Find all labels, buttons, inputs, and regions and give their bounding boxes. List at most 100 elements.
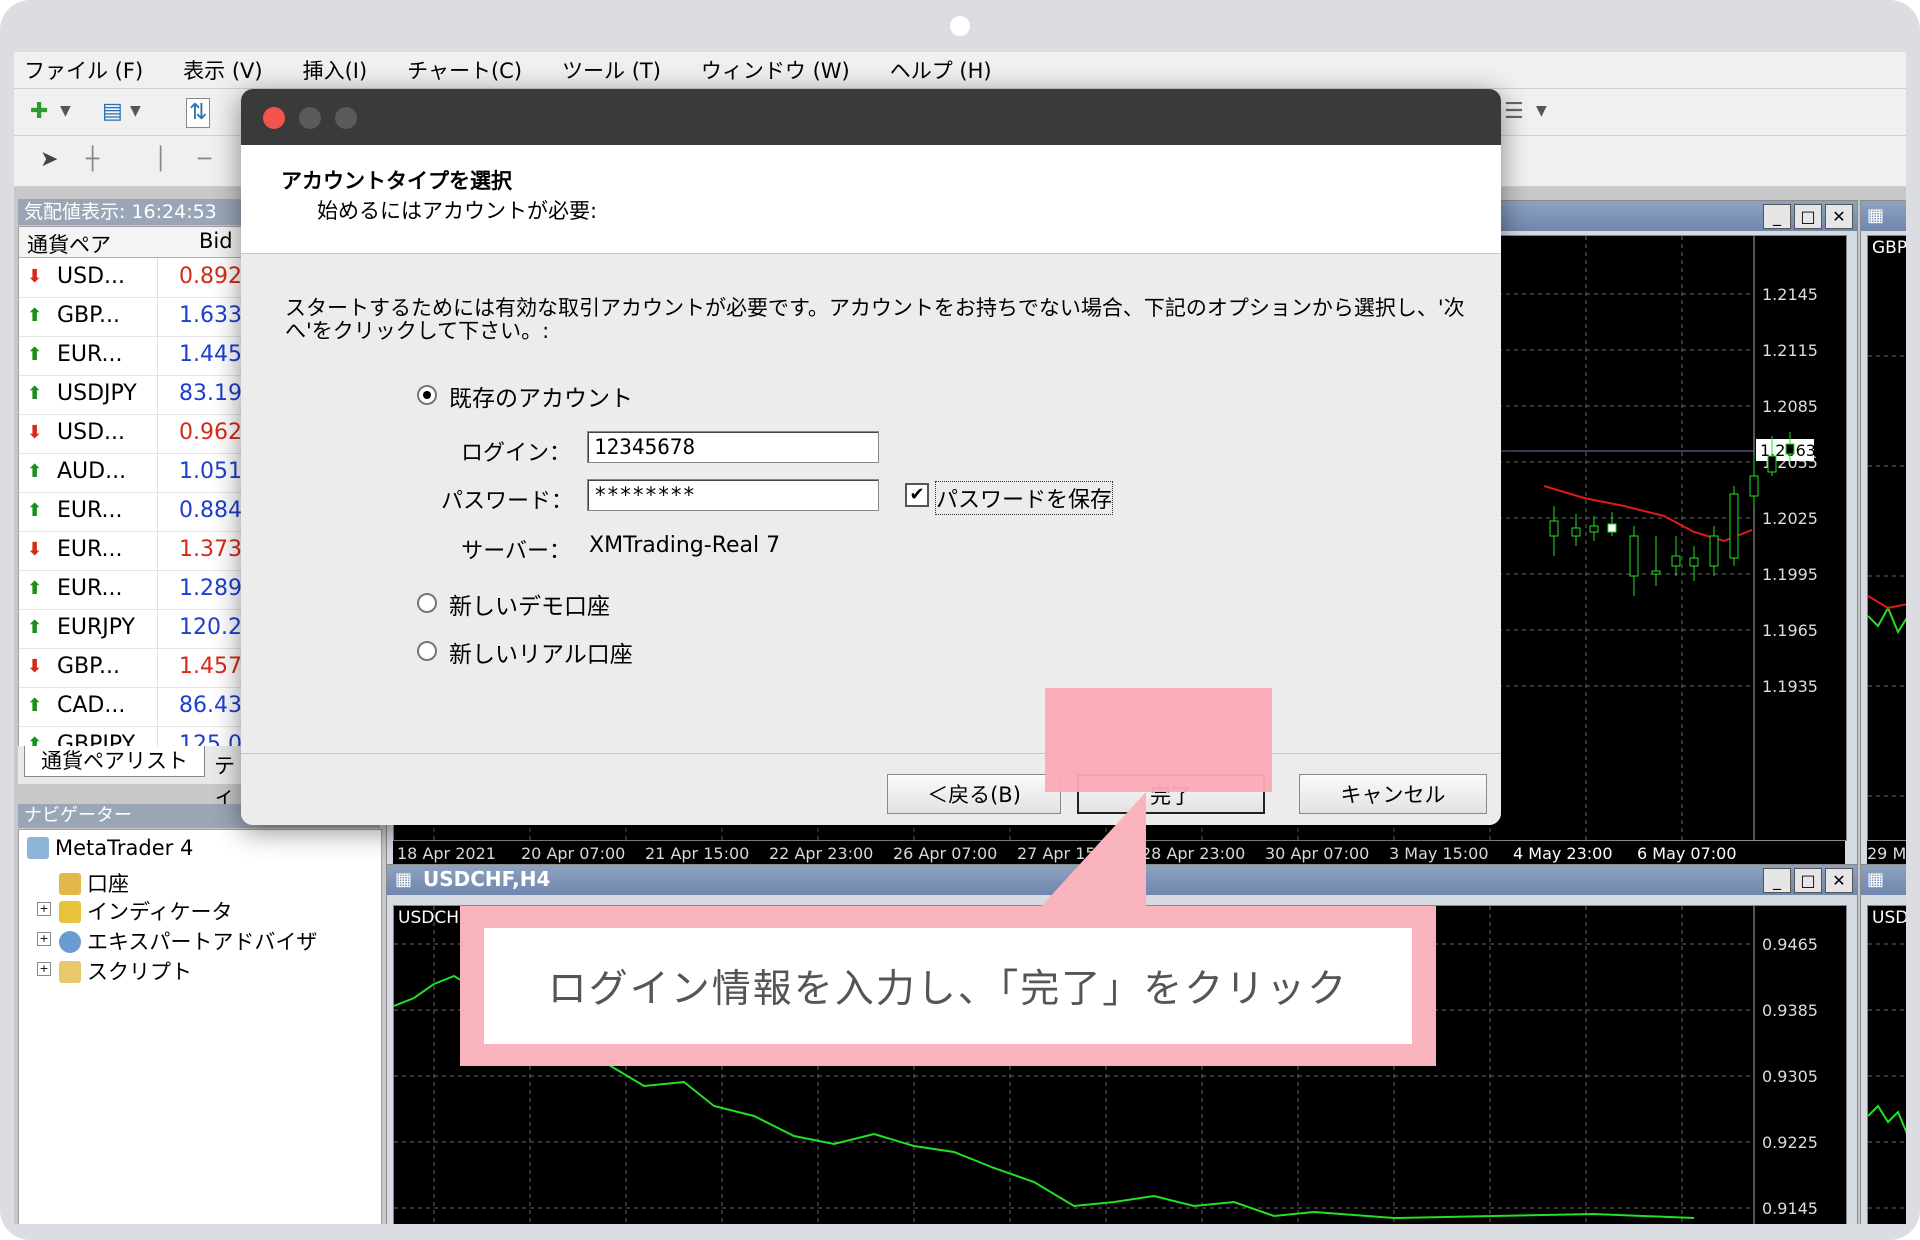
column-divider bbox=[157, 570, 158, 609]
radio-existing-label[interactable]: 既存のアカウント bbox=[449, 379, 633, 413]
date-tick-label: 4 May 23:00 bbox=[1513, 844, 1613, 863]
expand-icon[interactable]: + bbox=[37, 932, 51, 946]
menu-view[interactable]: 表示 (V) bbox=[183, 55, 262, 85]
price-tick-label: 1.2145 bbox=[1762, 285, 1818, 304]
market-watch-row[interactable]: ⬆ AUD... 1.0515 bbox=[19, 453, 243, 493]
navigator-item-experts[interactable]: エキスパートアドバイザ bbox=[59, 926, 317, 956]
menu-window[interactable]: ウィンドウ (W) bbox=[701, 55, 850, 85]
bid-price: 1.2894 bbox=[179, 576, 243, 601]
horizontal-line-icon[interactable]: ─ bbox=[198, 146, 211, 174]
close-icon[interactable] bbox=[263, 107, 285, 129]
chart-area-right-top[interactable]: GBP bbox=[1867, 235, 1906, 841]
market-watch-row[interactable]: ⬇ USD... 0.9620 bbox=[19, 414, 243, 454]
save-password-label[interactable]: パスワードを保存 bbox=[935, 481, 1114, 515]
radio-real-account[interactable] bbox=[417, 641, 437, 661]
new-chart-icon[interactable]: ✚ bbox=[30, 98, 48, 126]
templates-icon[interactable]: ☰ bbox=[1504, 98, 1524, 126]
market-watch-row[interactable]: ⬇ USD... 0.8921 bbox=[19, 258, 243, 298]
price-tick-label: 1.1965 bbox=[1762, 621, 1818, 640]
column-divider bbox=[157, 297, 158, 336]
arrow-down-icon: ⬇ bbox=[27, 539, 43, 560]
date-tick-label: 22 Apr 23:00 bbox=[769, 844, 874, 863]
market-watch-row[interactable]: ⬇ GBP... 1.4575 bbox=[19, 648, 243, 688]
market-watch-icon[interactable]: ⇅ bbox=[186, 98, 211, 128]
arrow-up-icon: ⬆ bbox=[27, 695, 43, 716]
candle-body bbox=[1549, 520, 1559, 537]
navigator-item-scripts[interactable]: スクリプト bbox=[59, 956, 192, 986]
chart-window-right-bottom[interactable]: ▦ USD bbox=[1860, 864, 1906, 1224]
minimize-icon[interactable] bbox=[299, 107, 321, 129]
chart-window-right-top[interactable]: ▦ GBP 29 M bbox=[1860, 200, 1906, 902]
close-icon[interactable]: ✕ bbox=[1825, 868, 1853, 893]
dropdown-arrow-icon[interactable]: ▼ bbox=[1536, 103, 1547, 119]
dropdown-arrow-icon[interactable]: ▼ bbox=[130, 103, 141, 119]
window-controls: _ □ ✕ bbox=[1763, 868, 1853, 893]
radio-demo-account[interactable] bbox=[417, 593, 437, 613]
crosshair-icon[interactable]: ┼ bbox=[86, 146, 99, 174]
price-tick-label: 0.9385 bbox=[1762, 1001, 1818, 1020]
menu-help[interactable]: ヘルプ (H) bbox=[890, 55, 992, 85]
tab-symbols[interactable]: 通貨ペアリスト bbox=[24, 746, 205, 777]
arrow-down-icon: ⬇ bbox=[27, 656, 43, 677]
expand-icon[interactable]: + bbox=[37, 902, 51, 916]
save-password-checkbox[interactable]: ✔ bbox=[905, 483, 929, 507]
navigator-item-label: 口座 bbox=[87, 872, 129, 896]
cancel-button[interactable]: キャンセル bbox=[1299, 774, 1487, 814]
market-watch-row[interactable]: ⬆ USDJPY 83.19 bbox=[19, 375, 243, 415]
navigator-item-label: エキスパートアドバイザ bbox=[87, 930, 318, 954]
market-watch-row[interactable]: ⬆ EUR... 1.2894 bbox=[19, 570, 243, 610]
cursor-icon[interactable]: ➤ bbox=[40, 146, 58, 174]
candle-body bbox=[1785, 443, 1795, 455]
market-watch-title: 気配値表示: 16:24:53 bbox=[18, 199, 242, 225]
market-watch-row[interactable]: ⬆ EURJPY 120.21 bbox=[19, 609, 243, 649]
chart-area-right-bottom[interactable]: USD bbox=[1867, 905, 1906, 1224]
column-symbol[interactable]: 通貨ペア bbox=[27, 229, 111, 259]
market-watch-row[interactable]: ⬆ EUR... 0.8843 bbox=[19, 492, 243, 532]
login-input[interactable] bbox=[587, 431, 879, 463]
back-button[interactable]: ＜戻る(B) bbox=[887, 774, 1061, 814]
chart-titlebar[interactable]: ▦ bbox=[1861, 201, 1906, 231]
vertical-line-icon[interactable]: │ bbox=[154, 146, 167, 174]
expand-icon[interactable]: + bbox=[37, 962, 51, 976]
price-chart bbox=[1868, 355, 1906, 797]
minimize-icon[interactable]: _ bbox=[1763, 868, 1791, 893]
arrow-up-icon: ⬆ bbox=[27, 617, 43, 638]
dialog-title: アカウントタイプを選択 bbox=[281, 169, 512, 193]
radio-existing-account[interactable] bbox=[417, 385, 437, 405]
candle-body bbox=[1729, 493, 1739, 559]
menu-tools[interactable]: ツール (T) bbox=[562, 55, 661, 85]
chart-window-icon: ▦ bbox=[395, 869, 413, 890]
price-tick-label: 0.9145 bbox=[1762, 1199, 1818, 1218]
candle-body bbox=[1589, 525, 1599, 533]
navigator-item-indicators[interactable]: インディケータ bbox=[59, 896, 233, 926]
navigator-item-label: スクリプト bbox=[87, 960, 192, 984]
navigator-item-accounts[interactable]: 口座 bbox=[59, 868, 129, 898]
dropdown-arrow-icon[interactable]: ▼ bbox=[60, 103, 71, 119]
column-divider bbox=[157, 336, 158, 375]
navigator-root[interactable]: MetaTrader 4 bbox=[27, 836, 193, 860]
minimize-icon[interactable]: _ bbox=[1763, 204, 1791, 229]
profiles-icon[interactable]: ▤ bbox=[102, 98, 123, 126]
close-icon[interactable]: ✕ bbox=[1825, 204, 1853, 229]
column-divider bbox=[157, 609, 158, 648]
password-input[interactable] bbox=[587, 479, 879, 511]
radio-real-label[interactable]: 新しいリアル口座 bbox=[449, 635, 633, 669]
dialog-description: スタートするためには有効な取引アカウントが必要です。アカウントをお持ちでない場合… bbox=[285, 296, 1465, 343]
market-watch-row[interactable]: ⬆ GBP... 1.6339 bbox=[19, 297, 243, 337]
market-watch-row[interactable]: ⬆GBPJPY125.00 bbox=[19, 726, 243, 747]
menu-file[interactable]: ファイル (F) bbox=[24, 55, 143, 85]
market-watch-row[interactable]: ⬇ EUR... 1.3736 bbox=[19, 531, 243, 571]
symbol-name: GBP... bbox=[57, 654, 120, 679]
market-watch-row[interactable]: ⬆ CAD... 86.43 bbox=[19, 687, 243, 727]
radio-demo-label[interactable]: 新しいデモ口座 bbox=[449, 587, 610, 621]
market-watch-row[interactable]: ⬆ EUR... 1.4451 bbox=[19, 336, 243, 376]
tab-tick-chart[interactable]: ティ bbox=[214, 750, 242, 810]
menu-insert[interactable]: 挿入(I) bbox=[303, 55, 368, 85]
date-tick-label: 3 May 15:00 bbox=[1389, 844, 1489, 863]
maximize-icon[interactable]: □ bbox=[1794, 204, 1822, 229]
column-bid[interactable]: Bid bbox=[199, 229, 233, 253]
maximize-icon[interactable]: □ bbox=[1794, 868, 1822, 893]
chart-titlebar[interactable]: ▦ bbox=[1861, 865, 1906, 895]
menu-chart[interactable]: チャート(C) bbox=[407, 55, 522, 85]
zoom-icon[interactable] bbox=[335, 107, 357, 129]
